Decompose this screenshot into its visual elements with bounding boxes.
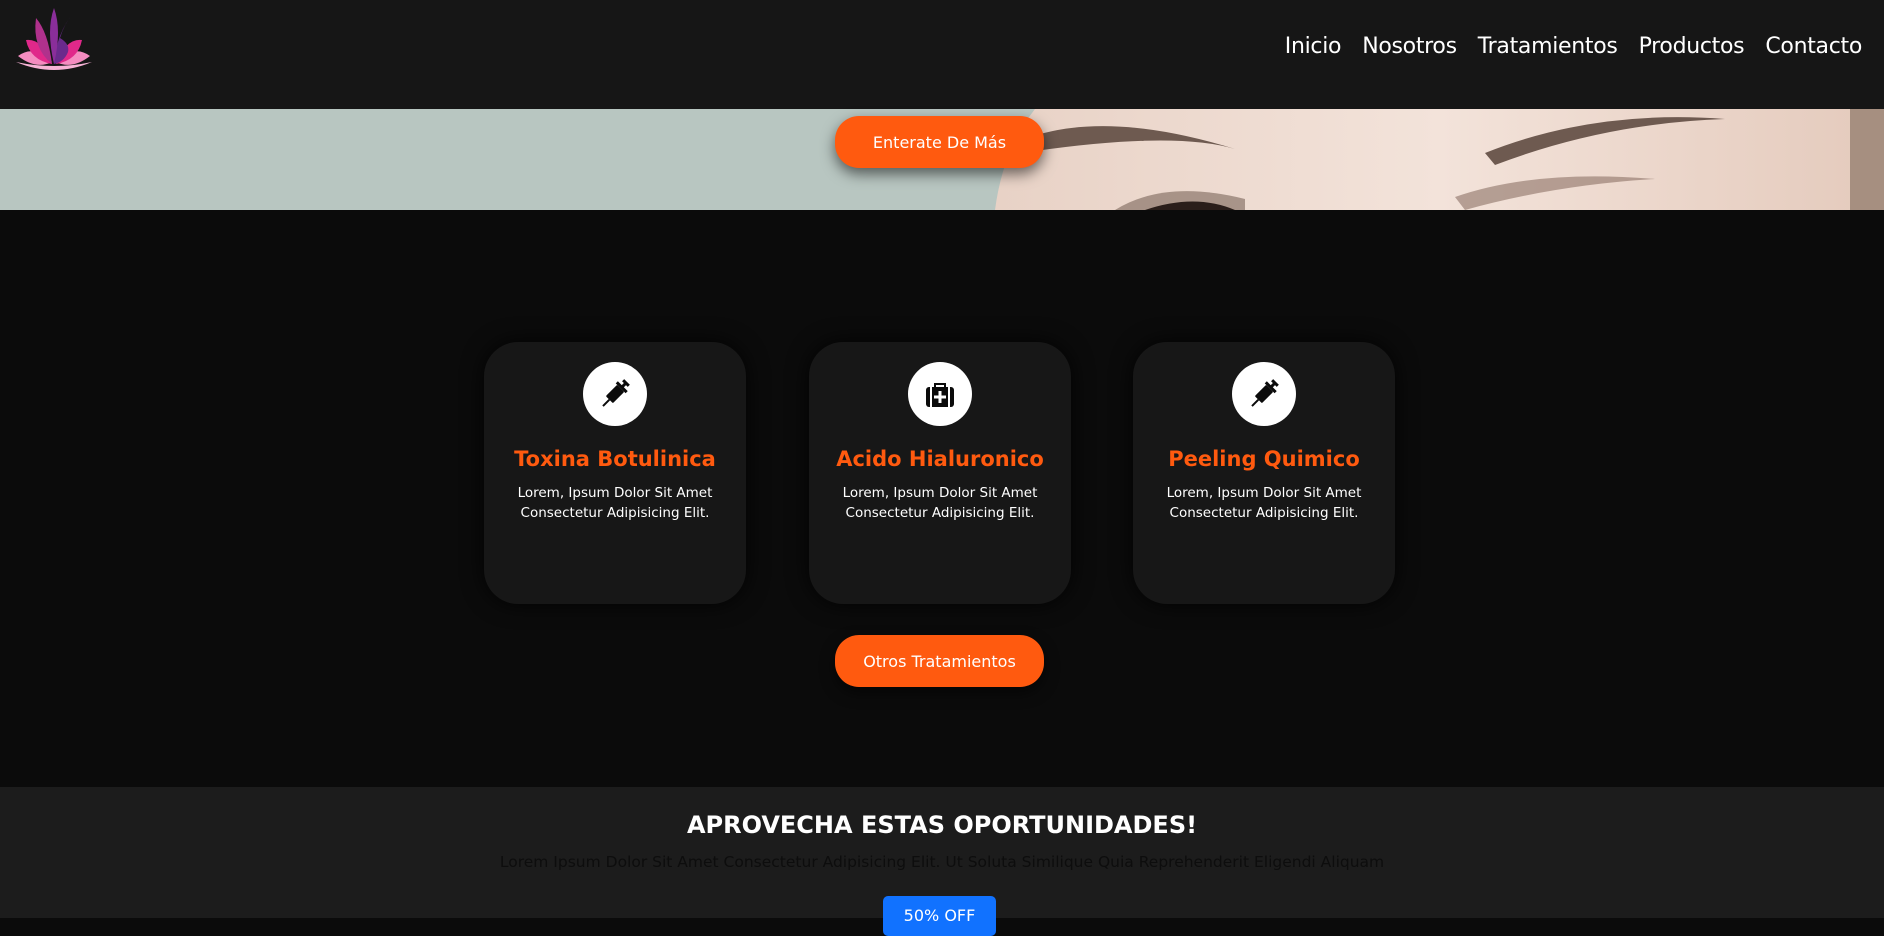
treatment-card-acido[interactable]: Acido Hialuronico Lorem, Ipsum Dolor Sit… (809, 342, 1071, 604)
nav-link-inicio[interactable]: Inicio (1285, 34, 1342, 59)
lotus-logo-icon[interactable] (12, 4, 96, 76)
promo-section: APROVECHA ESTAS OPORTUNIDADES! Lorem Ips… (0, 787, 1884, 936)
nav-link-contacto[interactable]: Contacto (1765, 34, 1862, 59)
learn-more-button[interactable]: Enterate De Más (835, 116, 1044, 168)
main-nav: Inicio Nosotros Tratamientos Productos C… (1285, 34, 1863, 59)
hero-face-image (995, 109, 1884, 210)
promo-title: APROVECHA ESTAS OPORTUNIDADES! (686, 811, 1198, 839)
card-description: Lorem, Ipsum Dolor Sit Amet Consectetur … (517, 485, 713, 521)
card-description: Lorem, Ipsum Dolor Sit Amet Consectetur … (842, 485, 1038, 521)
card-title: Toxina Botulinica (514, 447, 716, 471)
navbar: Inicio Nosotros Tratamientos Productos C… (0, 0, 1884, 109)
nav-link-tratamientos[interactable]: Tratamientos (1478, 34, 1618, 59)
promo-description: Lorem Ipsum Dolor Sit Amet Consectetur A… (499, 853, 1385, 871)
discount-button[interactable]: 50% OFF (883, 896, 996, 936)
nav-link-nosotros[interactable]: Nosotros (1362, 34, 1457, 59)
nav-link-productos[interactable]: Productos (1639, 34, 1745, 59)
syringe-icon (1232, 362, 1296, 426)
card-description: Lorem, Ipsum Dolor Sit Amet Consectetur … (1166, 485, 1362, 521)
medical-kit-icon (908, 362, 972, 426)
card-title: Acido Hialuronico (836, 447, 1044, 471)
other-treatments-button[interactable]: Otros Tratamientos (835, 635, 1044, 687)
syringe-icon (583, 362, 647, 426)
treatment-card-peeling[interactable]: Peeling Quimico Lorem, Ipsum Dolor Sit A… (1133, 342, 1395, 604)
treatment-card-toxina[interactable]: Toxina Botulinica Lorem, Ipsum Dolor Sit… (484, 342, 746, 604)
card-title: Peeling Quimico (1168, 447, 1360, 471)
